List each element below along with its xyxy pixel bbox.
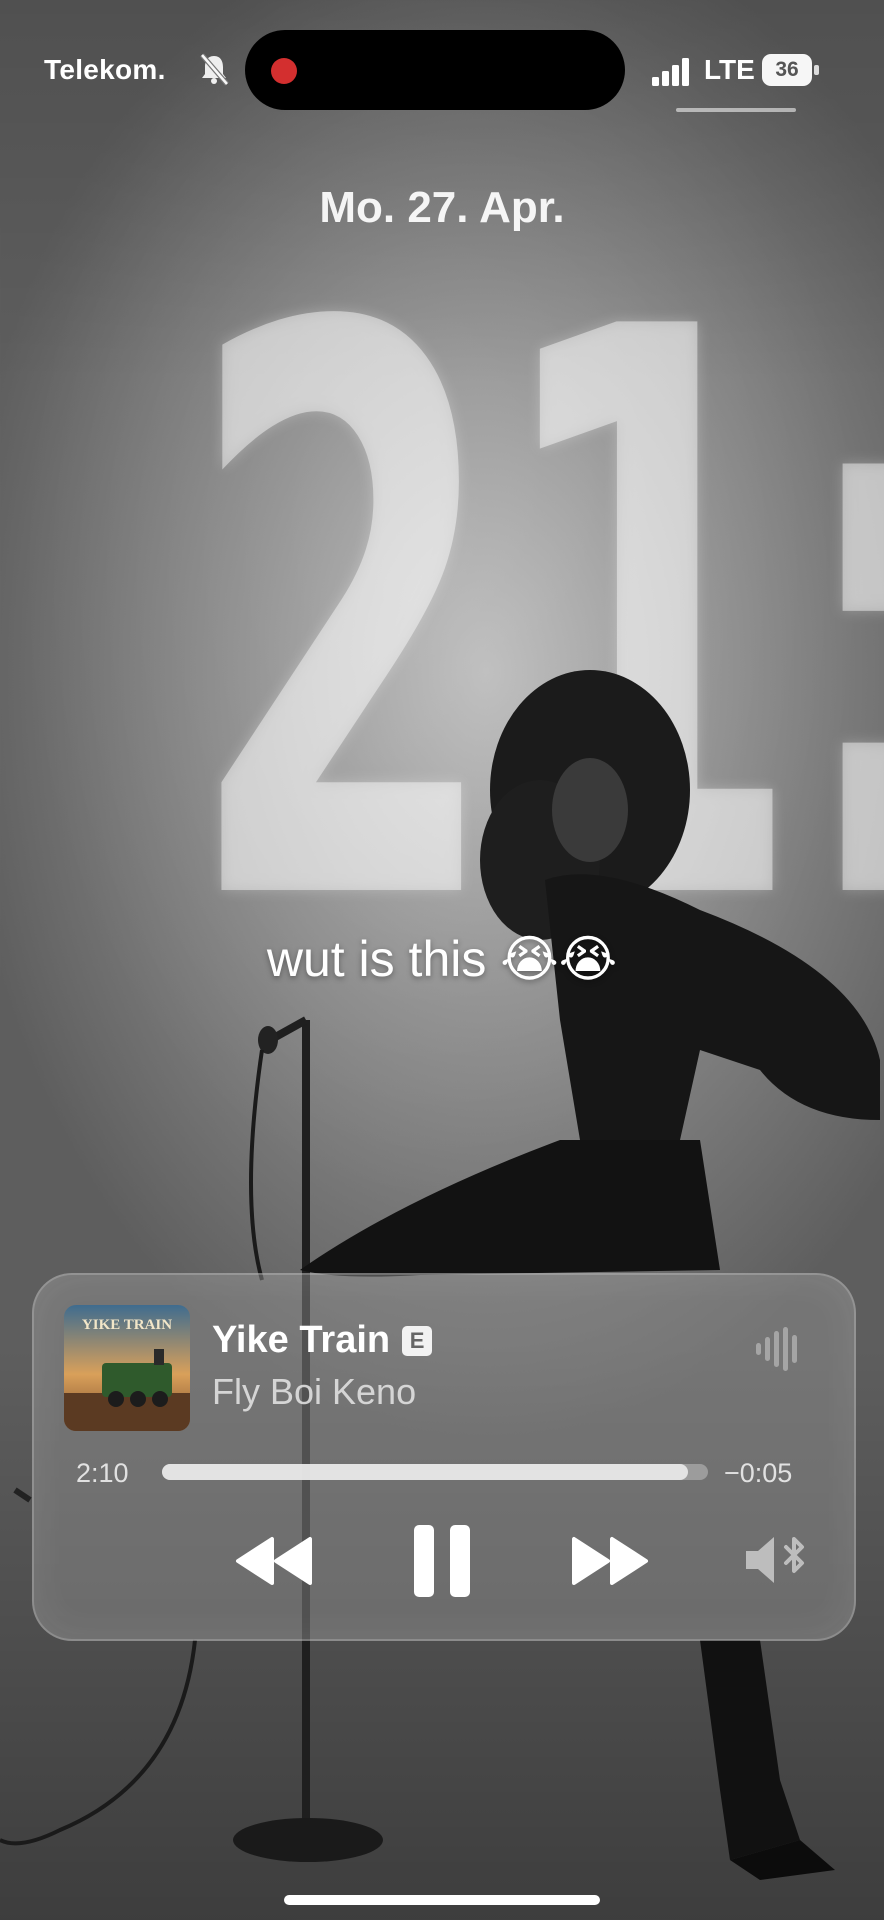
- fast-forward-icon: [572, 1537, 610, 1585]
- song-title: Yike Train E: [212, 1319, 433, 1362]
- song-title-text: Yike Train: [212, 1319, 391, 1361]
- status-bar: Telekom. LTE 36: [0, 0, 884, 130]
- album-art-image: YIKE TRAIN: [64, 1305, 190, 1431]
- battery-cap: [814, 65, 819, 75]
- song-artist: Fly Boi Keno: [212, 1371, 417, 1412]
- carrier-label: Telekom.: [44, 54, 166, 85]
- album-art[interactable]: YIKE TRAIN: [64, 1305, 190, 1431]
- now-playing-widget[interactable]: YIKE TRAIN Yike Train E Fly Boi Keno 2:10…: [32, 1273, 856, 1641]
- battery-icon: 36: [762, 54, 820, 86]
- rewind-button[interactable]: [234, 1533, 314, 1589]
- audio-output-button[interactable]: [744, 1531, 810, 1589]
- rewind-icon: [236, 1537, 274, 1585]
- caption-text: wut is this: [266, 931, 487, 987]
- progress-slider[interactable]: [162, 1464, 708, 1480]
- explicit-badge: E: [402, 1326, 433, 1356]
- pause-button[interactable]: [412, 1523, 472, 1599]
- home-indicator[interactable]: [284, 1895, 600, 1905]
- album-art-label: YIKE TRAIN: [82, 1317, 172, 1333]
- battery-level: 36: [762, 54, 812, 86]
- pause-icon: [414, 1525, 470, 1597]
- fast-forward-button[interactable]: [570, 1533, 650, 1589]
- time-elapsed: 2:10: [76, 1458, 129, 1488]
- speaker-bluetooth-icon: [746, 1537, 804, 1583]
- bell-slash-icon: [200, 53, 229, 86]
- caption-emoji: 😭😭: [500, 930, 618, 988]
- dynamic-island: [245, 30, 625, 110]
- network-type: LTE: [704, 54, 755, 85]
- signal-bars-icon: [652, 58, 689, 86]
- time-remaining: −0:05: [724, 1458, 793, 1488]
- waveform-icon[interactable]: [754, 1327, 804, 1371]
- control-center-handle[interactable]: [676, 108, 796, 112]
- recording-indicator: [271, 58, 297, 84]
- photo-caption: wut is this 😭😭: [0, 930, 884, 988]
- progress-fill: [162, 1464, 688, 1480]
